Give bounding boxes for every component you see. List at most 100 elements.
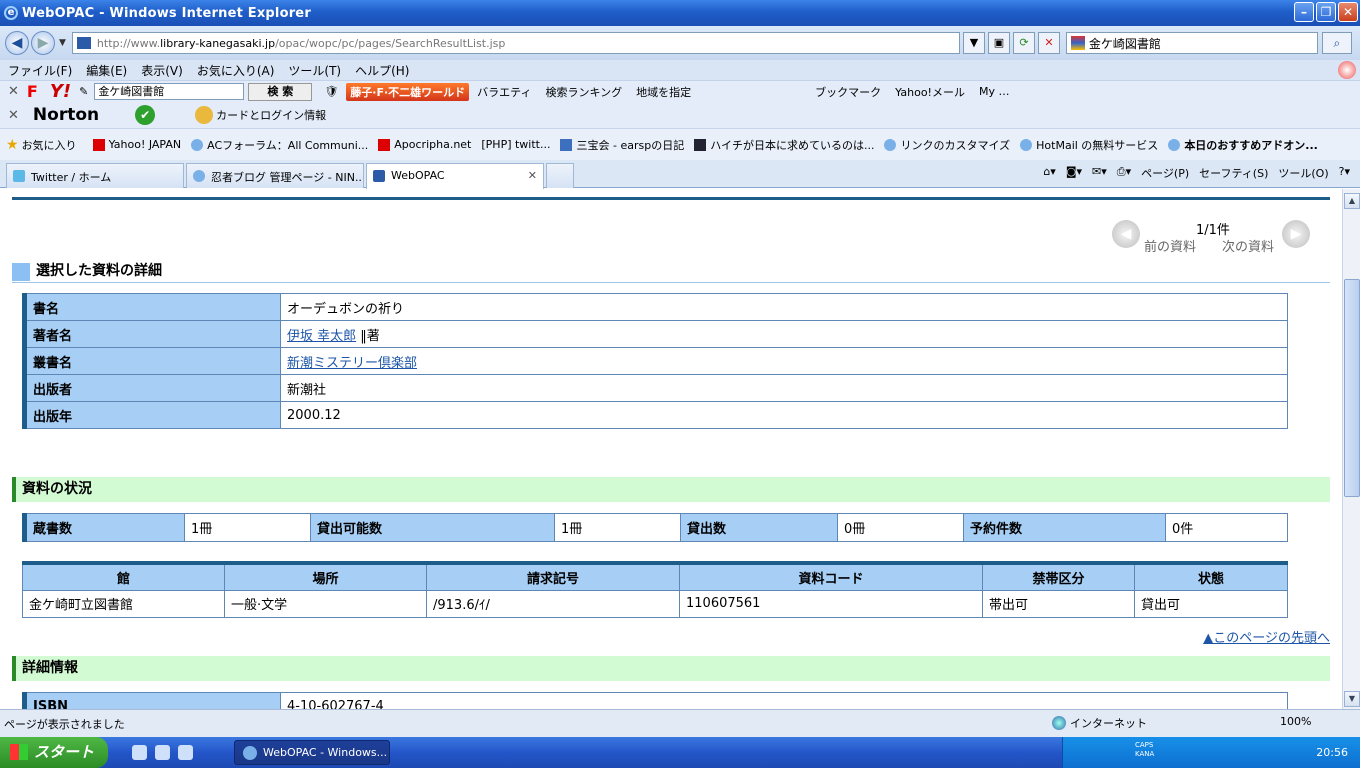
author-link[interactable]: 伊坂 幸太郎 — [287, 329, 356, 344]
feeds-icon[interactable]: ◙▾ — [1066, 165, 1082, 181]
close-button[interactable]: ✕ — [1338, 2, 1358, 22]
prev-record-icon[interactable]: ◀ — [1112, 220, 1140, 248]
detail-value: 新潮ミステリー倶楽部 — [280, 347, 1288, 375]
yahoo-item-variety[interactable]: バラエティ — [477, 84, 531, 100]
tab-ninja-blog[interactable]: 忍者ブログ 管理ページ - NIN... — [186, 163, 364, 188]
start-label: スタート — [34, 743, 95, 761]
yahoo-item-ranking[interactable]: 検索ランキング — [546, 84, 623, 100]
history-dropdown-icon[interactable]: ▼ — [59, 38, 66, 48]
tab-webopac[interactable]: WebOPAC ✕ — [366, 163, 544, 189]
minimize-button[interactable]: – — [1294, 2, 1314, 22]
menu-view[interactable]: 表示(V) — [141, 62, 183, 79]
refresh-button[interactable]: ⟳ — [1012, 32, 1035, 54]
help-icon[interactable]: ?▾ — [1339, 165, 1350, 181]
pencil-icon[interactable]: ✎ — [79, 85, 88, 98]
norton-check-icon[interactable]: ✔ — [135, 105, 156, 125]
back-button[interactable]: ◀ — [5, 31, 29, 55]
forward-button[interactable]: ▶ — [31, 31, 55, 55]
fav-yahoo[interactable]: Yahoo! JAPAN — [92, 138, 182, 151]
fc2-logo-icon[interactable]: F — [27, 82, 38, 101]
browser-search-input[interactable]: 金ケ崎図書館 — [1065, 32, 1318, 54]
quick-launch-ie-icon[interactable] — [178, 745, 193, 760]
browser-search-value: 金ケ崎図書館 — [1088, 36, 1161, 51]
menu-tools[interactable]: ツール(T) — [288, 62, 341, 79]
yahoo-toolbar: ✕ F Y! ✎ 金ケ崎図書館 検 索 🛡 藤子·F·不二雄ワールド バラエティ… — [0, 80, 1360, 102]
shield-icon[interactable]: 🛡 — [324, 85, 338, 98]
scroll-down-icon[interactable]: ▼ — [1344, 691, 1360, 707]
yahoo-search-input[interactable]: 金ケ崎図書館 — [94, 83, 245, 100]
quick-launch-icon[interactable] — [155, 745, 170, 760]
yahoo-item-region[interactable]: 地域を指定 — [636, 84, 691, 100]
url-dropdown-button[interactable]: ▼ — [962, 32, 985, 54]
favorites-button[interactable]: お気に入り — [22, 137, 77, 153]
quick-launch-icon[interactable] — [132, 745, 147, 760]
tab-twitter[interactable]: Twitter / ホーム — [6, 163, 184, 188]
lock-icon — [195, 106, 214, 124]
tab-close-icon[interactable]: ✕ — [528, 169, 537, 182]
vertical-scrollbar[interactable]: ▲ ▼ — [1342, 189, 1360, 709]
print-icon[interactable]: ⎙▾ — [1117, 165, 1131, 181]
fav-haiti[interactable]: ハイチが日本に求めているのは... — [694, 137, 874, 153]
menu-file[interactable]: ファイル(F) — [8, 62, 72, 79]
menu-edit[interactable]: 編集(E) — [86, 62, 127, 79]
toolbar-logo-icon[interactable] — [1338, 61, 1356, 79]
maximize-button[interactable]: ❐ — [1316, 2, 1336, 22]
table-row: 出版年 2000.12 — [22, 401, 1288, 429]
status-key: 蔵書数 — [22, 513, 185, 542]
next-record-icon[interactable]: ▶ — [1282, 220, 1310, 248]
norton-close-icon[interactable]: ✕ — [8, 108, 19, 123]
compat-view-button[interactable]: ▣ — [987, 32, 1010, 54]
ie-icon — [243, 746, 257, 760]
fav-apocripha[interactable]: Apocripha.net — [378, 138, 471, 151]
fav-acforum[interactable]: ACフォーラム：All Communi... — [191, 137, 368, 153]
fav-hotmail[interactable]: HotMail の無料サービス — [1020, 137, 1158, 153]
fav-sanpokai[interactable]: 三宝会 - earspの日記 — [560, 137, 684, 153]
yahoo-toolbar-close-icon[interactable]: ✕ — [8, 84, 19, 99]
mail-icon[interactable]: ✉▾ — [1092, 165, 1107, 181]
url-domain: library-kanegasaki.jp — [160, 36, 276, 50]
cell-location: 一般·文学 — [224, 589, 427, 618]
next-record-label[interactable]: 次の資料 — [1222, 236, 1274, 255]
prev-record-label[interactable]: 前の資料 — [1144, 236, 1196, 255]
stop-button[interactable]: ✕ — [1037, 32, 1060, 54]
yahoo-item-bookmark[interactable]: ブックマーク — [815, 84, 881, 100]
fav-addons[interactable]: 本日のおすすめアドオン... — [1168, 137, 1318, 153]
yahoo-item-my[interactable]: My … — [979, 85, 1010, 98]
scroll-thumb[interactable] — [1344, 279, 1360, 497]
author-suffix: ‖著 — [356, 328, 380, 344]
cell-call-number: /913.6/ｲ/ — [426, 589, 680, 618]
detail-key: 叢書名 — [22, 347, 281, 375]
new-tab-button[interactable] — [546, 163, 574, 188]
taskbar-item-webopac[interactable]: WebOPAC - Windows... — [234, 740, 390, 765]
yahoo-logo-icon[interactable]: Y! — [50, 81, 71, 102]
fav-php[interactable]: [PHP] twitt... — [481, 138, 550, 151]
scroll-up-icon[interactable]: ▲ — [1344, 193, 1360, 209]
yahoo-search-button[interactable]: 検 索 — [248, 82, 313, 101]
fav-yahoo-label: Yahoo! JAPAN — [108, 138, 182, 151]
ie-page-icon — [1168, 138, 1181, 151]
url-input[interactable]: http://www. library-kanegasaki.jp/opac/wo… — [71, 32, 960, 54]
yahoo-fav-icon — [92, 138, 105, 151]
detail-value: 2000.12 — [280, 401, 1288, 429]
browser-search-button[interactable]: ⌕ — [1321, 32, 1352, 54]
cell-library: 金ケ崎町立図書館 — [22, 589, 225, 618]
yahoo-item-mail[interactable]: Yahoo!メール — [895, 84, 965, 100]
cmd-tools[interactable]: ツール(O) — [1278, 165, 1328, 181]
card-login-button[interactable]: カードとログイン情報 — [216, 107, 326, 123]
menu-favorites[interactable]: お気に入り(A) — [197, 62, 275, 79]
norton-brand[interactable]: Norton — [33, 105, 99, 125]
favorites-star-icon[interactable]: ★ — [6, 137, 19, 153]
detail-key: 著者名 — [22, 320, 281, 348]
start-button[interactable]: スタート — [0, 737, 108, 768]
series-link[interactable]: 新潮ミステリー倶楽部 — [287, 356, 417, 371]
norton-toolbar: ✕ Norton ✔ カードとログイン情報 — [0, 102, 1360, 128]
page-top-link[interactable]: ▲このページの先頭へ — [1203, 627, 1330, 646]
fujiko-banner[interactable]: 藤子·F·不二雄ワールド — [346, 82, 470, 101]
clock: 20:56 — [1316, 746, 1348, 759]
home-icon[interactable]: ⌂▾ — [1043, 165, 1056, 181]
fav-link-custom[interactable]: リンクのカスタマイズ — [884, 137, 1010, 153]
cmd-page[interactable]: ページ(P) — [1141, 165, 1189, 181]
menu-help[interactable]: ヘルプ(H) — [355, 62, 409, 79]
cmd-safety[interactable]: セーフティ(S) — [1199, 165, 1268, 181]
zoom-level[interactable]: 100% — [1280, 715, 1311, 728]
